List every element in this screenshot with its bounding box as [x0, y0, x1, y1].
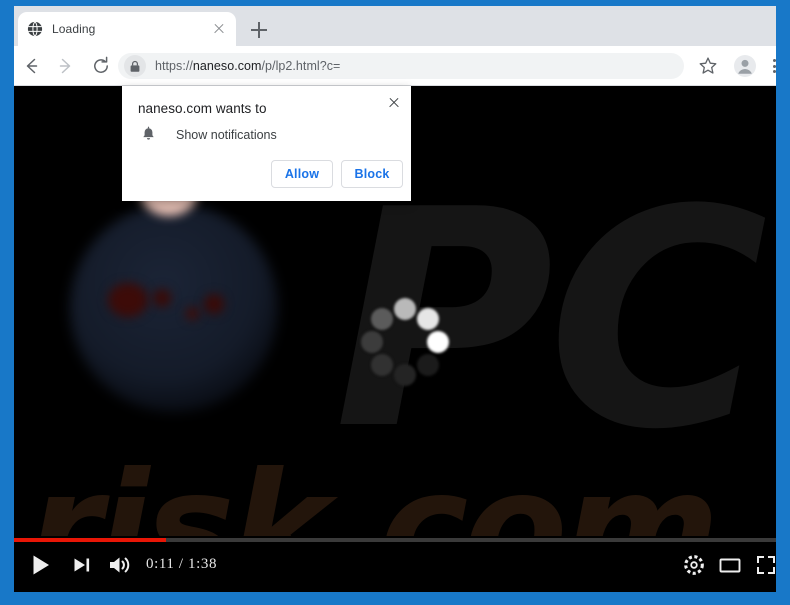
menu-dot — [772, 64, 776, 68]
fullscreen-icon — [757, 556, 775, 574]
browser-window: Loading https://naneso.com/p/lp2.html?c=… — [0, 0, 790, 605]
video-red-spot — [108, 283, 148, 317]
address-bar[interactable]: https://naneso.com/p/lp2.html?c= — [118, 53, 684, 79]
reload-icon — [94, 56, 108, 73]
block-button[interactable]: Block — [341, 160, 403, 188]
tab-strip: Loading — [14, 6, 776, 46]
menu-dot — [772, 70, 776, 73]
video-red-spot — [204, 294, 224, 314]
tab-close-icon[interactable] — [211, 21, 227, 37]
play-icon — [33, 555, 49, 575]
browser-chrome: Loading https://naneso.com/p/lp2.html?c=… — [14, 6, 776, 592]
arrow-left-icon — [26, 58, 38, 74]
new-tab-button[interactable] — [248, 19, 270, 41]
fullscreen-button[interactable] — [754, 553, 776, 579]
browser-toolbar: https://naneso.com/p/lp2.html?c= — [14, 46, 776, 86]
miniplayer-button[interactable] — [717, 553, 743, 579]
volume-icon — [110, 557, 130, 573]
profile-avatar[interactable] — [733, 54, 757, 78]
forward-button[interactable] — [53, 53, 79, 79]
dialog-close-icon[interactable] — [385, 94, 403, 112]
video-time-display: 0:11 / 1:38 — [146, 556, 218, 572]
notification-permission-dialog: naneso.com wants to Show notifications A… — [122, 86, 411, 201]
browser-menu-button[interactable] — [764, 54, 776, 78]
next-button[interactable] — [69, 552, 95, 578]
video-red-spot — [153, 289, 171, 307]
globe-icon — [27, 21, 43, 37]
tab-loading[interactable]: Loading — [18, 12, 236, 46]
lock-icon[interactable] — [124, 55, 146, 77]
video-controls-bar: 0:11 / 1:38 — [14, 536, 776, 592]
menu-dot — [772, 59, 776, 62]
permission-label: Show notifications — [176, 127, 277, 142]
video-red-spot — [186, 307, 199, 320]
arrow-right-icon — [59, 58, 71, 74]
loading-spinner — [361, 298, 449, 386]
play-button[interactable] — [28, 552, 54, 578]
url-host: naneso.com — [192, 59, 262, 73]
volume-button[interactable] — [106, 552, 134, 578]
url-scheme: https:// — [155, 59, 193, 73]
reload-button[interactable] — [88, 53, 114, 79]
video-blob-decoration — [70, 204, 278, 412]
dialog-title: naneso.com wants to — [138, 101, 267, 116]
permission-row: Show notifications — [140, 126, 277, 143]
bookmark-star-icon[interactable] — [696, 54, 720, 78]
video-progress-fill — [14, 538, 167, 542]
bell-icon — [140, 126, 157, 143]
miniplayer-icon — [719, 558, 741, 573]
url-path: /p/lp2.html?c= — [261, 59, 341, 73]
settings-button[interactable] — [682, 553, 706, 579]
allow-button[interactable]: Allow — [271, 160, 333, 188]
address-bar-url: https://naneso.com/p/lp2.html?c= — [155, 59, 340, 73]
tab-title: Loading — [52, 22, 96, 36]
back-button[interactable] — [18, 53, 44, 79]
gear-icon — [684, 555, 704, 575]
video-progress-bar[interactable] — [14, 538, 776, 542]
next-track-icon — [74, 558, 90, 572]
